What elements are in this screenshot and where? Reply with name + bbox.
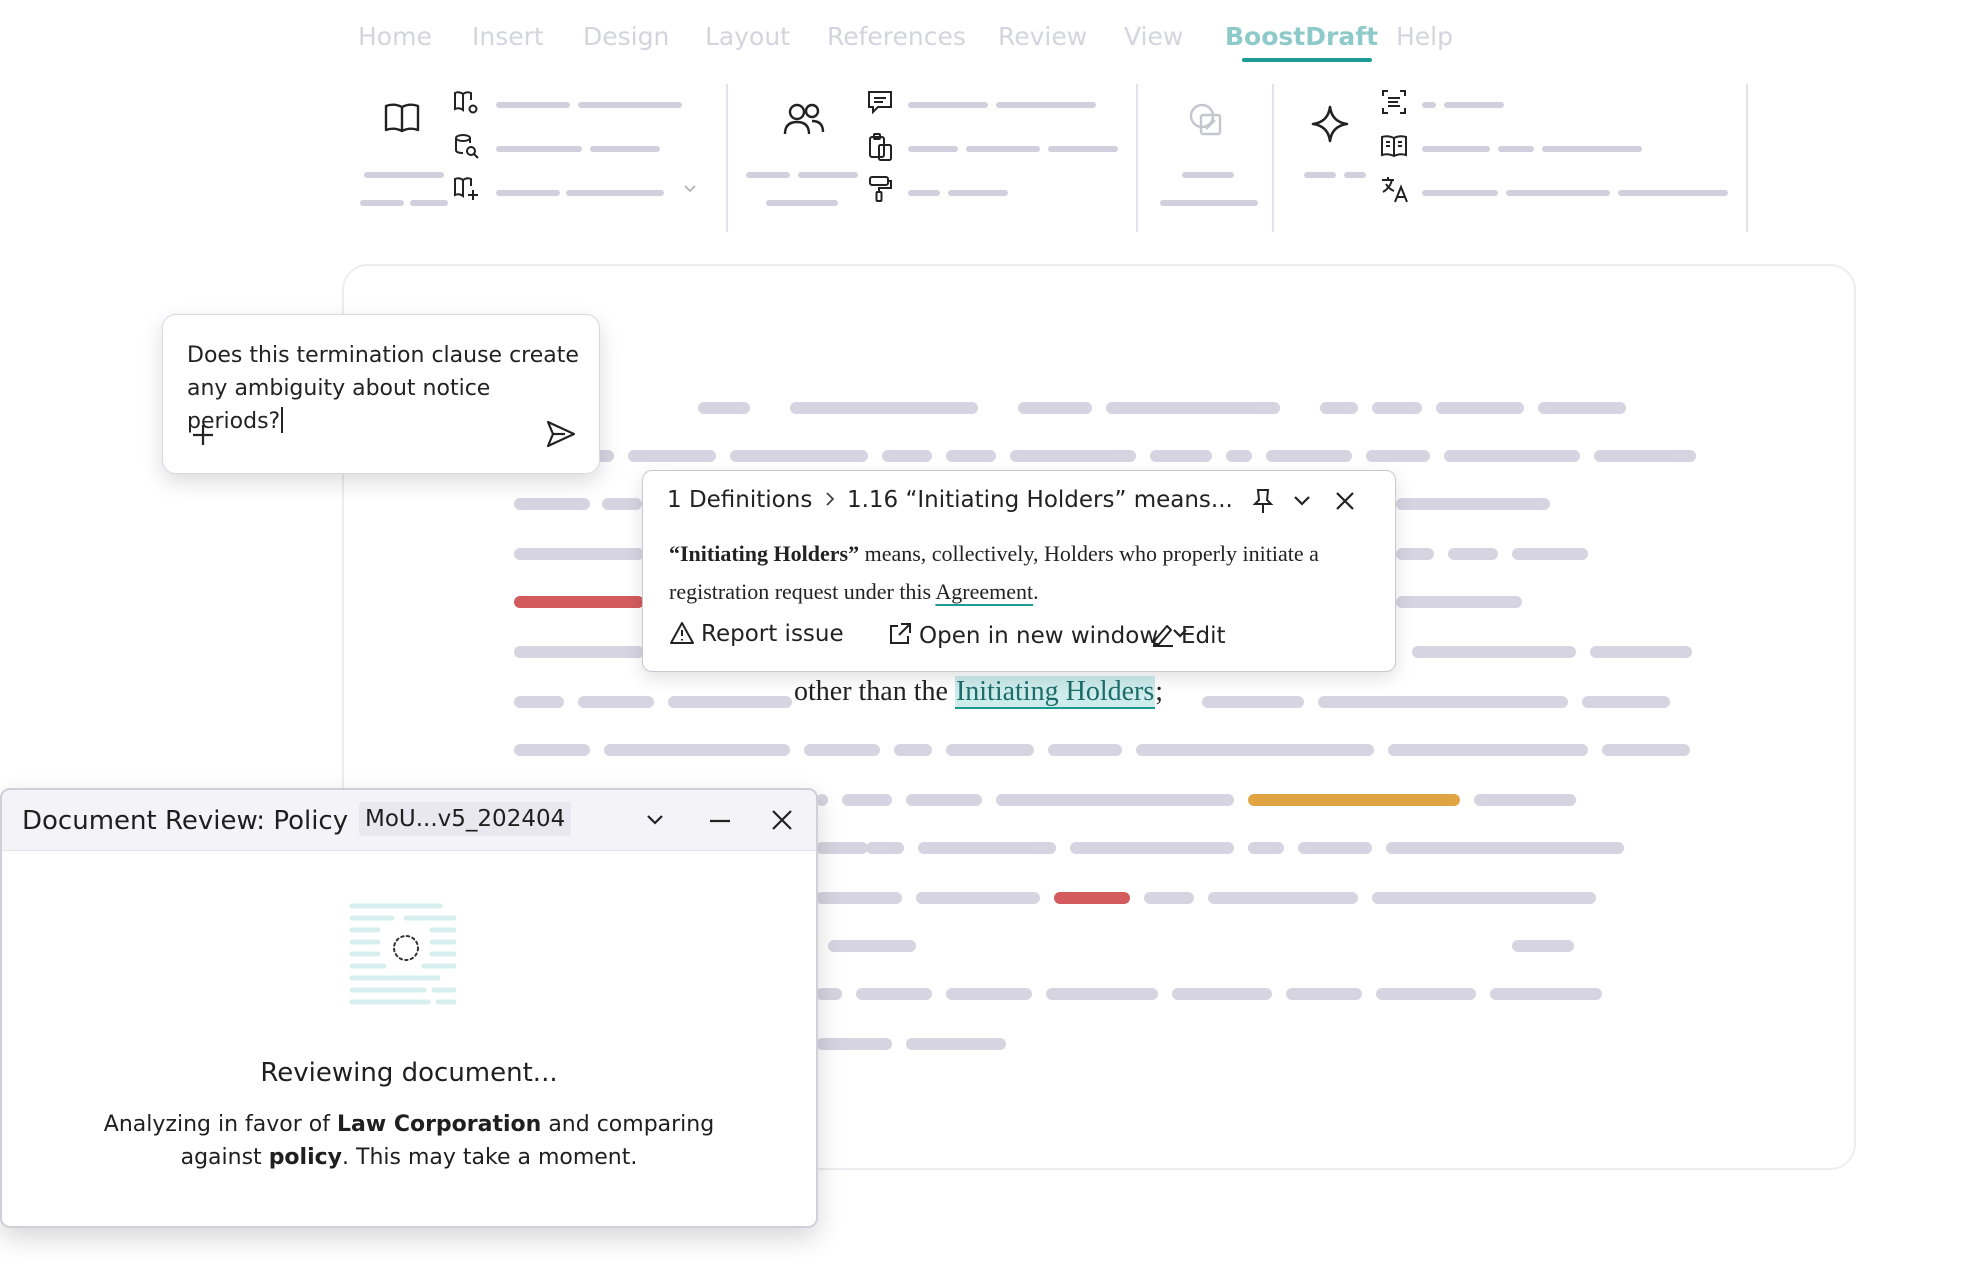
book-add-icon[interactable] xyxy=(452,174,480,202)
tab-review[interactable]: Review xyxy=(998,22,1087,51)
reading-book-icon[interactable] xyxy=(1380,132,1408,160)
review-status: Reviewing document... xyxy=(260,1058,558,1088)
plus-icon[interactable] xyxy=(191,423,215,447)
defined-term: “Initiating Holders” xyxy=(669,541,860,566)
close-icon[interactable] xyxy=(1333,489,1357,513)
definition-popup: 1 Definitions 1.16 “Initiating Holders” … xyxy=(642,470,1396,672)
party-name: Law Corporation xyxy=(336,1112,542,1137)
review-desc-part: Analyzing in favor of xyxy=(103,1112,337,1137)
breadcrumb-section[interactable]: 1 Definitions xyxy=(667,487,812,513)
tab-help[interactable]: Help xyxy=(1396,22,1453,51)
chat-input[interactable]: Does this termination clause create any … xyxy=(187,339,587,438)
definition-body-tail: this xyxy=(899,579,936,604)
edit-button[interactable]: Edit xyxy=(1151,621,1226,653)
tab-view[interactable]: View xyxy=(1124,22,1183,51)
tab-insert[interactable]: Insert xyxy=(472,22,544,51)
comment-icon[interactable] xyxy=(866,88,894,116)
text-caret xyxy=(281,407,284,433)
open-new-window-label: Open in new window xyxy=(919,623,1159,649)
external-link-icon xyxy=(887,621,913,653)
document-loading-icon xyxy=(348,902,458,1018)
warning-icon xyxy=(669,621,695,651)
defined-term-highlight[interactable]: Initiating Holders xyxy=(954,676,1156,709)
policy-name: policy xyxy=(268,1145,343,1170)
chat-question: Does this termination clause create any … xyxy=(187,343,579,434)
close-icon[interactable] xyxy=(770,808,794,832)
tab-layout[interactable]: Layout xyxy=(705,22,790,51)
translate-icon[interactable] xyxy=(1380,174,1410,204)
definition-end: . xyxy=(1033,579,1039,604)
book-open-icon[interactable] xyxy=(382,98,422,138)
review-description: Analyzing in favor of Law Corporation an… xyxy=(2,1108,816,1174)
tab-boostdraft[interactable]: BoostDraft xyxy=(1225,22,1378,51)
open-new-window-button[interactable]: Open in new window xyxy=(887,621,1189,653)
review-panel-header: Document Review: Policy MoU...v5_202404 xyxy=(2,790,816,851)
chevron-down-icon[interactable] xyxy=(644,810,666,830)
chevron-down-icon[interactable] xyxy=(1291,491,1313,511)
chevron-down-icon[interactable] xyxy=(682,182,698,196)
pin-icon[interactable] xyxy=(1251,487,1275,515)
chevron-right-icon xyxy=(824,487,836,513)
compare-documents-icon[interactable] xyxy=(1186,100,1226,140)
review-desc-part: and comparing xyxy=(541,1112,715,1137)
document-review-panel: Document Review: Policy MoU...v5_202404 … xyxy=(0,788,818,1228)
database-search-icon[interactable] xyxy=(452,132,480,160)
breadcrumb-item: 1.16 “Initiating Holders” means... xyxy=(846,487,1233,513)
document-text-before: other than the xyxy=(794,676,955,707)
send-icon[interactable] xyxy=(545,419,577,449)
agreement-link[interactable]: Agreement xyxy=(935,579,1033,604)
active-tab-indicator xyxy=(1242,58,1372,62)
document-inline-text: other than the Initiating Holders; xyxy=(794,676,1164,709)
report-issue-label: Report issue xyxy=(701,621,844,647)
tab-home[interactable]: Home xyxy=(358,22,432,51)
breadcrumb: 1 Definitions 1.16 “Initiating Holders” … xyxy=(667,487,1233,513)
tab-references[interactable]: References xyxy=(827,22,966,51)
text-scan-icon[interactable] xyxy=(1380,88,1408,116)
review-desc-part: . This may take a moment. xyxy=(342,1145,638,1170)
tab-design[interactable]: Design xyxy=(583,22,669,51)
document-text-after: ; xyxy=(1155,676,1164,707)
review-panel-title: Document Review: Policy xyxy=(22,806,349,836)
definition-text: “Initiating Holders” means, collectively… xyxy=(669,535,1389,611)
file-selector[interactable]: MoU...v5_202404 xyxy=(359,802,572,836)
review-desc-part: against xyxy=(180,1145,269,1170)
pencil-icon xyxy=(1151,621,1175,653)
book-settings-icon[interactable] xyxy=(452,88,480,116)
format-painter-icon[interactable] xyxy=(866,174,894,204)
minimize-icon[interactable] xyxy=(708,818,732,824)
sparkle-icon[interactable] xyxy=(1310,104,1350,144)
people-icon[interactable] xyxy=(782,100,826,140)
edit-label: Edit xyxy=(1181,623,1226,649)
ai-chat-popup: Does this termination clause create any … xyxy=(162,314,600,474)
report-issue-button[interactable]: Report issue xyxy=(669,621,844,651)
clipboard-icon[interactable] xyxy=(866,132,894,162)
